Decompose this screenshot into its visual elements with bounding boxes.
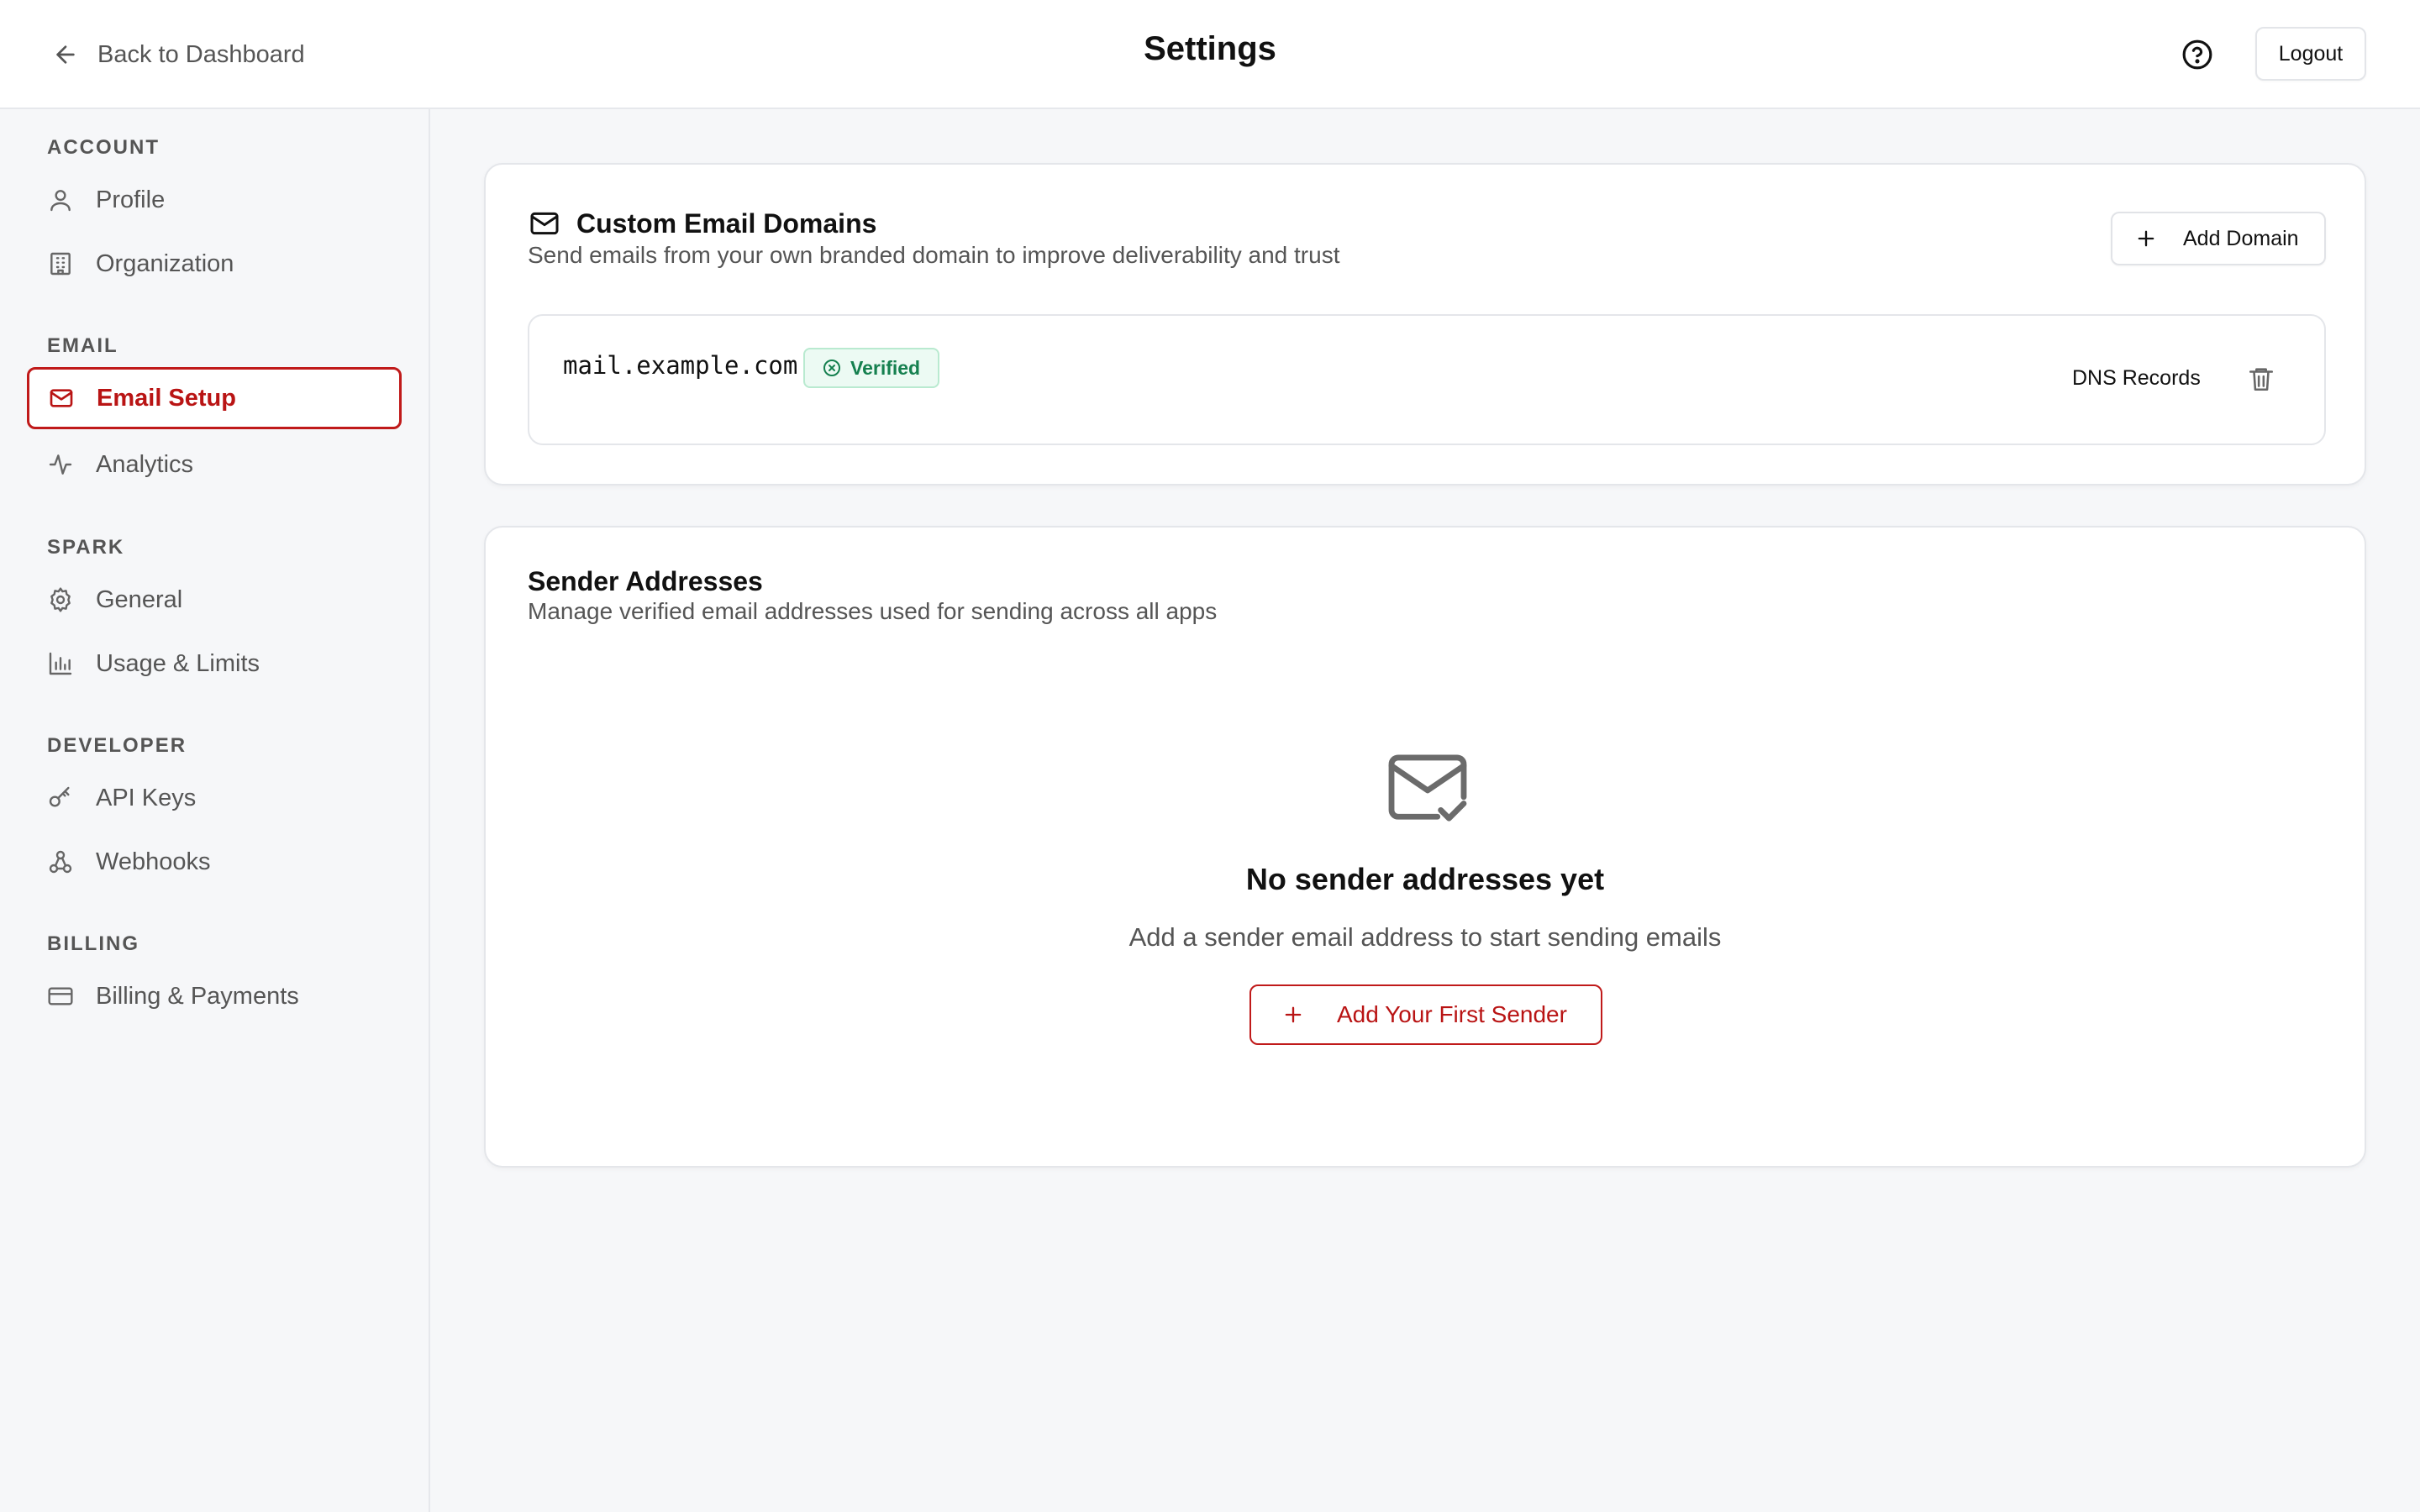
status-badge: Verified (803, 348, 939, 388)
sidebar-item-general[interactable]: General (27, 569, 402, 631)
logout-button[interactable]: Logout (2255, 27, 2366, 81)
user-icon (50, 190, 71, 212)
sidebar-item-label: Usage & Limits (96, 649, 260, 677)
sidebar-item-label: Analytics (96, 450, 194, 478)
page-title: Settings (1144, 30, 1276, 67)
status-badge-label: Verified (850, 356, 921, 379)
add-first-sender-label: Add Your First Sender (1337, 1001, 1567, 1027)
credit-card-icon (48, 987, 73, 1005)
add-domain-button[interactable]: Add Domain (2111, 212, 2326, 265)
add-domain-label: Add Domain (2183, 226, 2299, 250)
add-first-sender-button[interactable]: Add Your First Sender (1249, 984, 1602, 1045)
sidebar-item-label: Organization (96, 249, 234, 277)
sidebar-item-label: Profile (96, 186, 166, 213)
help-circle-icon[interactable] (2181, 39, 2213, 71)
mail-icon (530, 212, 559, 235)
activity-icon (49, 454, 72, 475)
key-icon (49, 786, 70, 807)
sidebar-section-email: EMAIL (47, 334, 118, 357)
sidebar-item-label: API Keys (96, 784, 197, 811)
sidebar-item-organization[interactable]: Organization (27, 233, 402, 295)
webhook-icon (49, 850, 72, 874)
check-circle-icon (823, 360, 840, 376)
sidebar-item-email-setup[interactable]: Email Setup (27, 367, 402, 429)
domain-name: mail.example.com (563, 351, 798, 380)
card-subtitle: Manage verified email addresses used for… (528, 598, 1218, 624)
bar-chart-icon (49, 652, 72, 675)
sidebar-item-billing-payments[interactable]: Billing & Payments (27, 965, 402, 1027)
card-title: Sender Addresses (528, 566, 763, 596)
sidebar-item-label: General (96, 585, 183, 613)
sender-addresses-card: Sender Addresses Manage verified email a… (484, 526, 2366, 1168)
sidebar-item-webhooks[interactable]: Webhooks (27, 831, 402, 893)
sidebar-item-label: Email Setup (97, 384, 236, 412)
sidebar-section-billing: BILLING (47, 932, 139, 955)
custom-email-domains-card: Custom Email Domains Send emails from yo… (484, 163, 2366, 486)
building-icon (50, 252, 71, 276)
card-header: Sender Addresses (528, 566, 763, 597)
sidebar-section-spark: SPARK (47, 536, 125, 559)
card-header: Custom Email Domains (528, 207, 876, 240)
trash-icon[interactable] (2247, 363, 2275, 395)
card-subtitle: Send emails from your own branded domain… (528, 242, 1340, 268)
sidebar-section-developer: DEVELOPER (47, 734, 187, 757)
sidebar: ACCOUNT Profile Organization EMAIL Email… (0, 109, 430, 1512)
plus-icon (2138, 230, 2154, 247)
sidebar-item-label: Billing & Payments (96, 982, 299, 1010)
sidebar-item-label: Webhooks (96, 848, 211, 875)
card-title: Custom Email Domains (576, 207, 877, 239)
empty-state-description: Add a sender email address to start send… (1128, 922, 1722, 952)
domain-row: mail.example.com Verified DNS Records (528, 314, 2326, 445)
plus-icon (1285, 1006, 1302, 1023)
dns-records-button[interactable]: DNS Records (2072, 366, 2201, 391)
sidebar-item-api-keys[interactable]: API Keys (27, 767, 402, 829)
sidebar-section-account: ACCOUNT (47, 136, 160, 159)
mail-icon (50, 389, 73, 407)
mail-check-icon (1388, 754, 1467, 822)
sidebar-item-analytics[interactable]: Analytics (27, 433, 402, 496)
sidebar-item-profile[interactable]: Profile (27, 169, 402, 231)
gear-icon (50, 587, 71, 612)
top-bar: Back to Dashboard Settings Logout (0, 0, 2420, 109)
empty-state-title: No sender addresses yet (1245, 862, 1605, 896)
sidebar-item-usage-limits[interactable]: Usage & Limits (27, 633, 402, 695)
